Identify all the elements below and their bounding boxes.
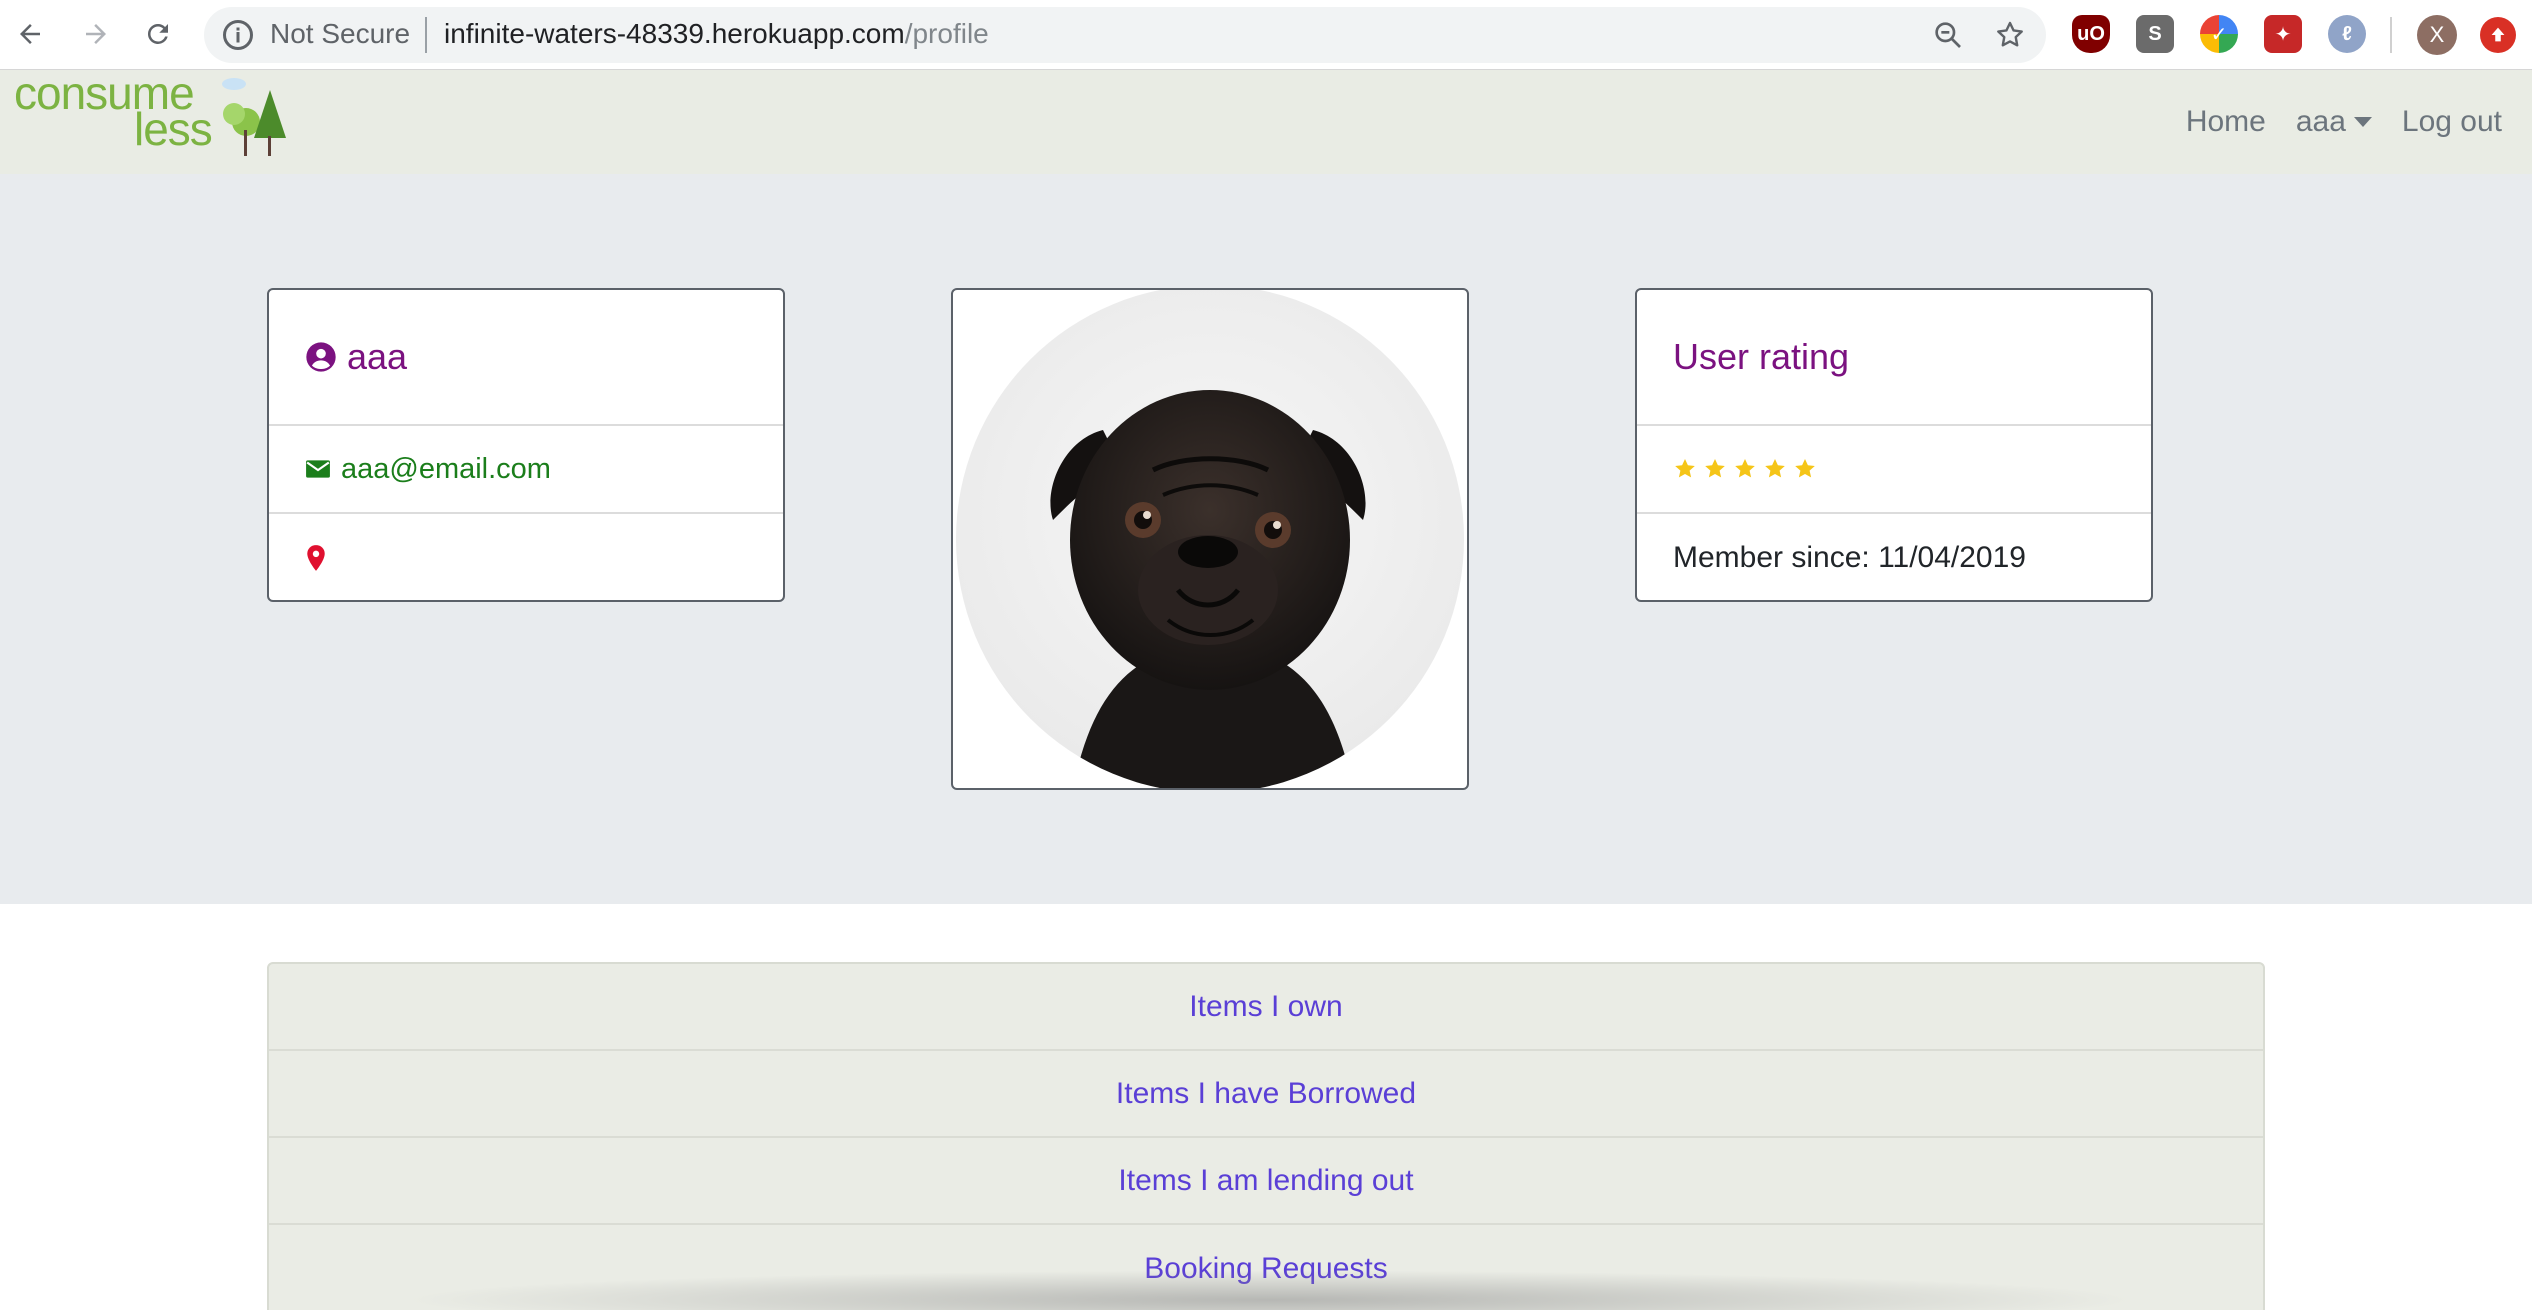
mail-icon bbox=[306, 460, 330, 478]
consume-less-logo[interactable]: consume less bbox=[14, 70, 294, 158]
address-separator bbox=[425, 17, 427, 53]
star-icon bbox=[1765, 459, 1785, 478]
arrow-right-icon bbox=[86, 24, 106, 44]
star-icon bbox=[1675, 459, 1695, 478]
photo-card bbox=[951, 288, 1469, 790]
rating-card-header: User rating bbox=[1637, 290, 2151, 426]
bottom-shadow bbox=[400, 1270, 2140, 1310]
zoom-out-icon bbox=[1935, 22, 1961, 48]
reload-icon bbox=[147, 23, 168, 44]
rating-card: User rating Member since: 11/04/2019 bbox=[1635, 288, 2153, 602]
star-icon bbox=[1705, 459, 1725, 478]
s-extension-icon[interactable]: S bbox=[2136, 15, 2174, 53]
url-host: infinite-waters-48339.herokuapp.com bbox=[444, 18, 905, 49]
nav-logout-link[interactable]: Log out bbox=[2402, 105, 2502, 139]
member-since: Member since: 11/04/2019 bbox=[1673, 541, 2026, 574]
profile-avatar[interactable]: X bbox=[2417, 15, 2457, 55]
trees-icon bbox=[222, 78, 286, 156]
info-icon[interactable] bbox=[220, 17, 256, 53]
url-text[interactable]: infinite-waters-48339.herokuapp.com/prof… bbox=[444, 16, 989, 52]
forward-button[interactable] bbox=[76, 14, 116, 54]
zoom-button[interactable] bbox=[1928, 15, 1968, 55]
caret-down-icon bbox=[2353, 117, 2372, 127]
site-navbar bbox=[0, 70, 2532, 174]
star-outline-icon bbox=[1997, 21, 2023, 47]
user-circle-icon bbox=[306, 342, 336, 372]
tab-items-lending[interactable]: Items I am lending out bbox=[269, 1138, 2263, 1225]
items-tab-list: Items I own Items I have Borrowed Items … bbox=[267, 962, 2265, 1310]
logo-line2: less bbox=[134, 103, 213, 155]
email-row: aaa@email.com bbox=[269, 426, 783, 514]
location-pin-icon bbox=[307, 545, 325, 571]
star-rating bbox=[1673, 457, 1817, 481]
profile-email[interactable]: aaa@email.com bbox=[341, 453, 551, 486]
tab-items-borrowed[interactable]: Items I have Borrowed bbox=[269, 1051, 2263, 1138]
profile-card: aaa aaa@email.com bbox=[267, 288, 785, 602]
url-path: /profile bbox=[904, 18, 989, 49]
security-label[interactable]: Not Secure bbox=[270, 16, 410, 52]
profile-card-header: aaa bbox=[269, 290, 783, 426]
profile-username: aaa bbox=[347, 336, 408, 377]
arrow-left-icon bbox=[20, 24, 40, 44]
browser-toolbar: Not Secure infinite-waters-48339.herokua… bbox=[0, 0, 2532, 70]
reload-button[interactable] bbox=[138, 14, 178, 54]
star-icon bbox=[1735, 459, 1755, 478]
user-dropdown[interactable]: aaa bbox=[2296, 105, 2372, 139]
nav-links: Home aaa Log out bbox=[2186, 70, 2502, 174]
back-button[interactable] bbox=[10, 14, 50, 54]
ublock-icon[interactable]: uO bbox=[2072, 15, 2110, 53]
o-extension-icon[interactable]: ℓ bbox=[2328, 15, 2366, 53]
star-icon bbox=[1795, 459, 1815, 478]
nav-home-link[interactable]: Home bbox=[2186, 105, 2266, 139]
bookmark-button[interactable] bbox=[1990, 15, 2030, 55]
stars-row bbox=[1637, 426, 2151, 514]
puzzle-extension-icon[interactable]: ✦ bbox=[2264, 15, 2302, 53]
tab-items-i-own[interactable]: Items I own bbox=[269, 964, 2263, 1051]
toolbar-separator bbox=[2390, 17, 2392, 53]
location-row bbox=[269, 514, 783, 600]
user-dropdown-label: aaa bbox=[2295, 105, 2346, 138]
update-button[interactable] bbox=[2480, 17, 2516, 53]
rating-title: User rating bbox=[1673, 336, 1850, 377]
profile-photo bbox=[956, 290, 1464, 788]
member-since-row: Member since: 11/04/2019 bbox=[1637, 514, 2151, 600]
arrow-up-icon bbox=[2491, 27, 2505, 42]
google-keep-icon[interactable]: ✓ bbox=[2200, 15, 2238, 53]
